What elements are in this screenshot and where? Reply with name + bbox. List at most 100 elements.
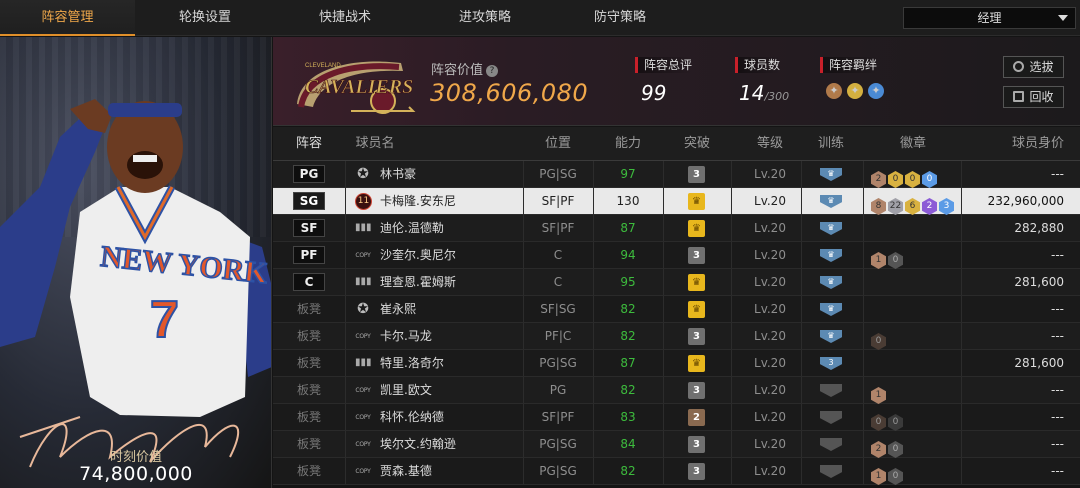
breakthrough-badge[interactable]: 3 [688,247,705,264]
badge-hex-icon[interactable]: 0 [888,468,903,485]
player-name[interactable]: 卡梅隆.安东尼 [380,188,520,215]
badge-hex-icon[interactable]: 0 [888,171,903,188]
breakthrough-crown-icon[interactable]: ♛ [688,193,705,210]
player-position: SF|PF [541,221,575,235]
breakthrough-crown-icon[interactable]: ♛ [688,355,705,372]
player-name[interactable]: 卡尔.马龙 [380,323,520,350]
badge-hex-icon[interactable]: 8 [871,198,886,215]
breakthrough-crown-icon[interactable]: ♛ [688,220,705,237]
column-divider [663,404,664,430]
badge-hex-icon[interactable]: 22 [888,198,903,215]
player-name[interactable]: 理查恩.霍姆斯 [380,269,520,296]
table-row[interactable]: 板凳 ▮▮▮ 特里.洛奇尔 PG|SG 87 ♛ Lv.20 3 281,600 [273,350,1080,377]
column-divider [731,269,732,295]
slot-label: 板凳 [296,302,321,316]
badge-hex-icon[interactable]: 3 [939,198,954,215]
player-name[interactable]: 凯里.欧文 [380,377,520,404]
breakthrough-badge[interactable]: 3 [688,382,705,399]
player-name[interactable]: 崔永熙 [380,296,520,323]
column-divider [961,296,962,322]
breakthrough-badge[interactable]: 3 [688,436,705,453]
training-shield-icon[interactable] [820,411,842,424]
help-icon[interactable]: ? [486,65,499,77]
player-name[interactable]: 科怀.伦纳德 [380,404,520,431]
training-crown-icon[interactable]: ♛ [820,303,842,316]
badge-hex-icon[interactable]: 0 [888,252,903,269]
tab-defense-strategy[interactable]: 防守策略 [555,0,685,36]
badge-hex-icon[interactable]: 1 [871,468,886,485]
badge-hex-icon[interactable]: 0 [888,441,903,458]
breakthrough-badge[interactable]: 2 [688,409,705,426]
badge-hex-icon[interactable]: 1 [871,387,886,404]
column-divider [961,188,962,214]
pick-button[interactable]: 选拔 [1003,56,1064,78]
col-level: 等级 [756,136,783,151]
badge-hex-icon[interactable]: 0 [888,414,903,431]
table-row[interactable]: SF ▮▮▮ 迪伦.温德勒 SF|PF 87 ♛ Lv.20 ♛ 282,880 [273,215,1080,242]
table-row[interactable]: PF COPY 沙奎尔.奥尼尔 C 94 3 Lv.20 ♛ 1 0 --- [273,242,1080,269]
table-row[interactable]: 板凳 COPY 埃尔文.约翰逊 PG|SG 84 3 Lv.20 2 0 --- [273,431,1080,458]
badge-hex-icon[interactable]: 2 [922,198,937,215]
badge-hex-icon[interactable]: 2 [871,441,886,458]
table-row[interactable]: SG 11 卡梅隆.安东尼 SF|PF 130 ♛ Lv.20 ♛ 8 22 6 2 3 232,960,… [273,188,1080,215]
training-shield-icon[interactable]: 3 [820,357,842,370]
table-row[interactable]: 板凳 COPY 卡尔.马龙 PF|C 82 3 Lv.20 ♛ 0 --- [273,323,1080,350]
training-crown-icon[interactable]: ♛ [820,276,842,289]
signal-bars-icon: ▮▮▮ [355,222,372,233]
table-row[interactable]: C ▮▮▮ 理查恩.霍姆斯 C 95 ♛ Lv.20 ♛ 281,600 [273,269,1080,296]
breakthrough-badge[interactable]: 3 [688,328,705,345]
breakthrough-badge[interactable]: 3 [688,463,705,480]
training-crown-icon[interactable]: ♛ [820,195,842,208]
player-name[interactable]: 埃尔文.约翰逊 [380,431,520,458]
player-type-icon: ✪ [355,301,371,317]
column-divider [593,188,594,214]
column-divider [731,323,732,349]
bond-icon-3[interactable]: ✦ [868,83,884,99]
table-row[interactable]: PG ✪ 林书豪 PG|SG 97 3 Lv.20 ♛ 2 0 0 0 --- [273,161,1080,188]
training-crown-icon[interactable]: ♛ [820,330,842,343]
tab-lineup-management[interactable]: 阵容管理 [0,0,135,36]
table-row[interactable]: 板凳 COPY 贾森.基德 PG|SG 82 3 Lv.20 1 0 --- [273,458,1080,485]
player-salary: --- [1051,167,1064,181]
recycle-button[interactable]: 回收 [1003,86,1064,108]
role-dropdown[interactable]: 经理 [903,7,1076,29]
player-level: Lv.20 [754,383,786,397]
breakthrough-badge[interactable]: 3 [688,166,705,183]
training-shield-icon[interactable] [820,465,842,478]
badge-hex-icon[interactable]: 6 [905,198,920,215]
badge-group: 8 22 6 2 3 [871,193,956,215]
tab-quick-tactics[interactable]: 快捷战术 [275,0,415,36]
player-count-label: 球员数 [735,57,781,73]
tab-rotation-settings[interactable]: 轮换设置 [135,0,275,36]
training-crown-icon[interactable]: ♛ [820,249,842,262]
player-name[interactable]: 沙奎尔.奥尼尔 [380,242,520,269]
breakthrough-crown-icon[interactable]: ♛ [688,274,705,291]
moment-value: 74,800,000 [79,463,193,485]
column-divider [863,431,864,457]
badge-hex-icon[interactable]: 0 [871,414,886,431]
player-name[interactable]: 迪伦.温德勒 [380,215,520,242]
breakthrough-crown-icon[interactable]: ♛ [688,301,705,318]
training-shield-icon[interactable] [820,438,842,451]
training-shield-icon[interactable] [820,384,842,397]
training-crown-icon[interactable]: ♛ [820,222,842,235]
tab-offense-strategy[interactable]: 进攻策略 [415,0,555,36]
bond-icon-2[interactable]: ✦ [847,83,863,99]
badge-hex-icon[interactable]: 2 [871,171,886,188]
table-row[interactable]: 板凳 COPY 科怀.伦纳德 SF|PF 83 2 Lv.20 0 0 --- [273,404,1080,431]
featured-player-panel[interactable]: NEW YORK 7 时刻价值 74,800,000 [0,37,272,488]
slot-label: PF [293,246,325,264]
badge-hex-icon[interactable]: 0 [922,171,937,188]
document-icon [1013,91,1025,102]
player-name[interactable]: 特里.洛奇尔 [380,350,520,377]
badge-hex-icon[interactable]: 1 [871,252,886,269]
player-name[interactable]: 贾森.基德 [380,458,520,485]
training-crown-icon[interactable]: ♛ [820,168,842,181]
badge-hex-icon[interactable]: 0 [871,333,886,350]
bond-icon-1[interactable]: ✦ [826,83,842,99]
player-position: PG|SG [539,437,577,451]
badge-hex-icon[interactable]: 0 [905,171,920,188]
table-row[interactable]: 板凳 COPY 凯里.欧文 PG 82 3 Lv.20 1 --- [273,377,1080,404]
table-row[interactable]: 板凳 ✪ 崔永熙 SF|SG 82 ♛ Lv.20 ♛ --- [273,296,1080,323]
player-name[interactable]: 林书豪 [380,161,520,188]
